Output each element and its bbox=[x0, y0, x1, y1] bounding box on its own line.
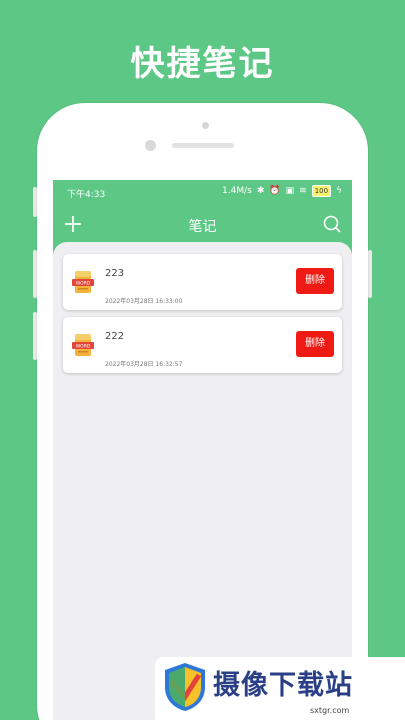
app-screen: 下午4:33 1.4M/s ✱ ⏰ ▣ ≋ 100 ϟ 笔记 WORD 223 … bbox=[53, 180, 352, 720]
phone-sensor bbox=[202, 122, 209, 129]
status-bar: 下午4:33 1.4M/s ✱ ⏰ ▣ ≋ 100 ϟ bbox=[53, 180, 352, 206]
search-icon bbox=[323, 215, 341, 233]
word-document-icon: WORD bbox=[72, 334, 94, 356]
page-title: 笔记 bbox=[188, 219, 217, 235]
phone-camera bbox=[145, 140, 156, 151]
delete-button[interactable]: 删除 bbox=[296, 331, 334, 357]
watermark-url: sxtgr.com bbox=[310, 706, 350, 715]
svg-text:WORD: WORD bbox=[76, 344, 91, 350]
watermark-logo-icon bbox=[165, 663, 205, 711]
delete-button[interactable]: 删除 bbox=[296, 268, 334, 294]
network-speed: 1.4M/s bbox=[222, 186, 252, 196]
word-document-icon: WORD bbox=[72, 271, 94, 293]
search-button[interactable] bbox=[322, 214, 342, 234]
status-indicators: 1.4M/s ✱ ⏰ ▣ ≋ 100 ϟ bbox=[222, 185, 342, 197]
bluetooth-icon: ✱ bbox=[256, 186, 265, 196]
note-name: 223 bbox=[105, 268, 125, 279]
alarm-icon: ⏰ bbox=[269, 186, 281, 196]
status-time: 下午4:33 bbox=[67, 190, 106, 200]
charging-icon: ϟ bbox=[336, 186, 342, 196]
wifi-icon: ≋ bbox=[299, 186, 307, 196]
phone-power-button bbox=[368, 250, 372, 298]
note-date: 2022年03月28日 16:32:57 bbox=[105, 361, 183, 368]
watermark-brand: 摄像下载站 bbox=[213, 670, 353, 701]
promo-headline: 快捷笔记 bbox=[130, 44, 275, 84]
note-date: 2022年03月28日 16:33:00 bbox=[105, 298, 183, 305]
note-item[interactable]: WORD 222 2022年03月28日 16:32:57 删除 bbox=[63, 317, 342, 373]
note-list: WORD 223 2022年03月28日 16:33:00 删除 WORD 22… bbox=[53, 242, 352, 720]
watermark: 摄像下载站 sxtgr.com bbox=[155, 657, 405, 720]
sim-icon: ▣ bbox=[285, 186, 295, 196]
note-name: 222 bbox=[105, 331, 125, 342]
title-bar: 笔记 bbox=[53, 206, 352, 246]
battery-icon: 100 bbox=[311, 185, 332, 197]
note-item[interactable]: WORD 223 2022年03月28日 16:33:00 删除 bbox=[63, 254, 342, 310]
svg-text:WORD: WORD bbox=[76, 281, 91, 287]
phone-earpiece bbox=[172, 143, 234, 148]
